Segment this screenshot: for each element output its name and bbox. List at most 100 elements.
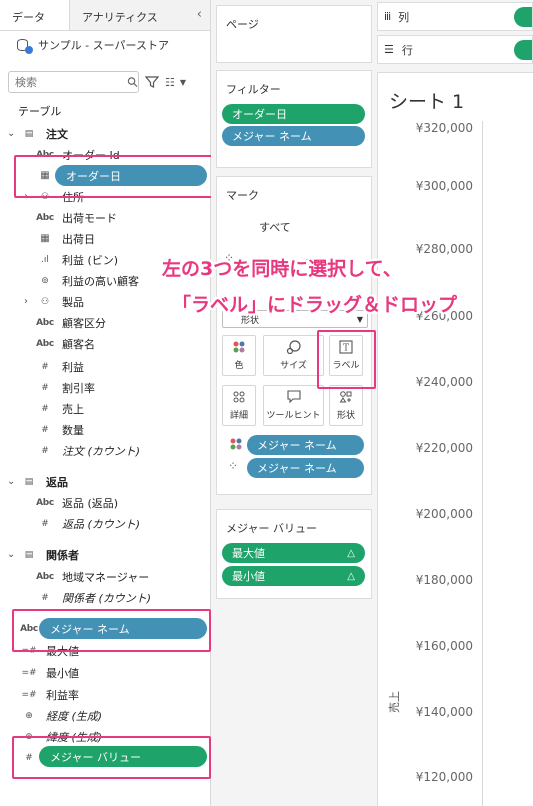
filters-card[interactable]: フィルター オーダー日 メジャー ネーム: [216, 70, 372, 168]
number-type-icon: #: [41, 382, 49, 393]
field-label: 利益の高い顧客: [62, 274, 139, 288]
tab-analytics[interactable]: アナリティクス: [70, 0, 210, 30]
field-label: 出荷日: [62, 232, 95, 246]
number-type-icon: #: [41, 403, 49, 414]
marks-pill-shape-measure-names[interactable]: メジャー ネーム: [247, 458, 364, 478]
field-profit[interactable]: # 利益: [0, 356, 211, 377]
datasource-row[interactable]: サンプル - スーパーストア: [0, 31, 210, 59]
table-orders[interactable]: ⌄ ▤ 注文: [0, 123, 211, 144]
number-type-icon: #: [41, 518, 49, 529]
measure-pill-max[interactable]: 最大値 △: [222, 543, 365, 563]
field-label: 出荷モード: [62, 211, 117, 225]
rows-shelf[interactable]: ☰ 行: [377, 35, 533, 64]
mark-color-label: 色: [234, 361, 244, 371]
y-tick: ¥160,000: [415, 639, 473, 653]
globe-icon: ⊕: [25, 710, 33, 721]
string-type-icon: Abc: [36, 317, 54, 328]
string-type-icon: Abc: [36, 212, 54, 223]
chevron-down-icon[interactable]: ▼: [180, 78, 186, 87]
marks-all-label[interactable]: すべて: [259, 219, 291, 235]
highlight-order-date: [14, 155, 213, 198]
view-list-icon[interactable]: ☷: [165, 76, 175, 89]
database-icon: [17, 38, 33, 54]
color-icon: [229, 437, 243, 454]
columns-shelf[interactable]: iii 列: [377, 2, 533, 31]
mark-detail-button[interactable]: 詳細: [222, 385, 256, 426]
field-profit-ratio[interactable]: =# 利益率: [0, 684, 211, 705]
field-label: 関係者 (カウント): [62, 591, 152, 605]
field-label: 返品 (返品): [62, 496, 119, 510]
delta-icon: △: [347, 570, 355, 582]
tab-data[interactable]: データ: [0, 0, 70, 30]
rows-pill[interactable]: [514, 39, 532, 60]
chevron-down-icon[interactable]: ⌄: [7, 476, 15, 487]
field-label: 顧客区分: [62, 316, 106, 330]
field-customer-name[interactable]: Abc 顧客名: [0, 333, 211, 354]
marks-pill-color-measure-names[interactable]: メジャー ネーム: [247, 435, 364, 455]
y-tick: ¥220,000: [415, 441, 473, 455]
view-area[interactable]: シート 1 売上 ¥320,000 ¥300,000 ¥280,000 ¥260…: [377, 72, 533, 806]
field-ship-date[interactable]: ▦ 出荷日: [0, 228, 211, 249]
filter-pill-measure-names[interactable]: メジャー ネーム: [222, 126, 365, 146]
number-type-icon: #: [41, 445, 49, 456]
y-tick: ¥180,000: [415, 573, 473, 587]
number-type-icon: #: [41, 361, 49, 372]
chevron-down-icon[interactable]: ⌄: [7, 128, 15, 139]
field-returned[interactable]: Abc 返品 (返品): [0, 492, 211, 513]
chevron-right-icon[interactable]: ›: [24, 296, 28, 307]
search-icon: [127, 77, 138, 87]
field-returns-count[interactable]: # 返品 (カウント): [0, 513, 211, 534]
mark-shape-button[interactable]: 形状: [329, 385, 363, 426]
filter-pill-order-date[interactable]: オーダー日: [222, 104, 365, 124]
field-sales[interactable]: # 売上: [0, 398, 211, 419]
mark-size-button[interactable]: サイズ: [263, 335, 324, 376]
field-longitude[interactable]: ⊕ 経度 (生成): [0, 705, 211, 726]
field-label: 利益: [62, 360, 84, 374]
shape-icon: [339, 391, 352, 403]
mark-tooltip-button[interactable]: ツールヒント: [263, 385, 324, 426]
field-order-count[interactable]: # 注文 (カウント): [0, 440, 211, 461]
table-people[interactable]: ⌄ ▤ 関係者: [0, 544, 211, 565]
table-icon: ▤: [24, 128, 34, 139]
data-pane-tabs: データ アナリティクス ‹: [0, 0, 210, 31]
tables-heading: テーブル: [0, 100, 211, 121]
shelves-pane: ページ フィルター オーダー日 メジャー ネーム マーク すべて メジャー ネー…: [211, 0, 377, 806]
field-min-value[interactable]: =# 最小値: [0, 662, 211, 683]
highlight-label-button: [317, 330, 376, 389]
y-tick: ¥320,000: [415, 121, 473, 135]
field-ship-mode[interactable]: Abc 出荷モード: [0, 207, 211, 228]
y-tick: ¥300,000: [415, 179, 473, 193]
table-icon: ▤: [24, 549, 34, 560]
search-input[interactable]: [15, 75, 128, 89]
shape-icon: ⁘: [228, 459, 239, 473]
measure-pill-min[interactable]: 最小値 △: [222, 566, 365, 586]
field-quantity[interactable]: # 数量: [0, 419, 211, 440]
y-tick: ¥140,000: [415, 705, 473, 719]
chevron-down-icon[interactable]: ⌄: [7, 549, 15, 560]
mark-shape-label: 形状: [336, 411, 355, 421]
measure-values-card[interactable]: メジャー バリュー 最大値 △ 最小値 △: [216, 509, 372, 599]
collapse-pane-icon[interactable]: ‹: [197, 7, 202, 22]
field-people-count[interactable]: # 関係者 (カウント): [0, 587, 211, 608]
data-pane: データ アナリティクス ‹ サンプル - スーパーストア ☷ ▼ テーブル ⌄ …: [0, 0, 213, 806]
field-regional-manager[interactable]: Abc 地域マネージャー: [0, 566, 211, 587]
mark-color-button[interactable]: 色: [222, 335, 256, 376]
field-label: 返品 (カウント): [62, 517, 141, 531]
measure-icon: =#: [21, 689, 37, 700]
calendar-icon: ▦: [40, 233, 50, 244]
string-type-icon: Abc: [36, 497, 54, 508]
columns-pill[interactable]: [514, 6, 532, 27]
number-type-icon: #: [41, 592, 49, 603]
pages-card[interactable]: ページ: [216, 5, 372, 63]
tables-label: テーブル: [18, 104, 62, 118]
delta-icon: △: [347, 547, 355, 559]
tooltip-icon: [286, 390, 301, 404]
mark-detail-label: 詳細: [229, 411, 248, 421]
marks-title: マーク: [226, 189, 259, 202]
table-returns[interactable]: ⌄ ▤ 返品: [0, 471, 211, 492]
filter-icon[interactable]: [145, 75, 159, 89]
field-discount[interactable]: # 割引率: [0, 377, 211, 398]
search-box[interactable]: [8, 71, 139, 93]
table-people-label: 関係者: [46, 548, 79, 562]
y-tick: ¥240,000: [415, 375, 473, 389]
